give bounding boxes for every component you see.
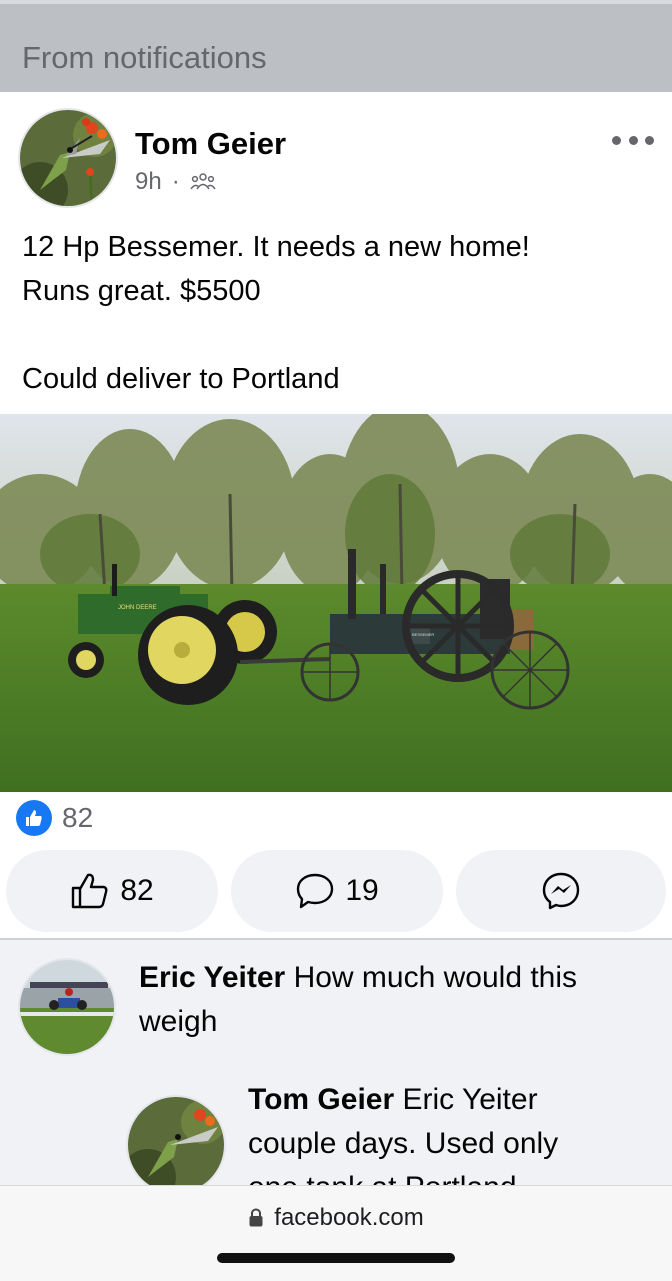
post-header: Tom Geier 9h · <box>0 92 672 222</box>
comment-author[interactable]: Eric Yeiter <box>139 961 285 994</box>
comment-count: 19 <box>345 874 379 907</box>
post-photo[interactable]: JOHN DEERE BESSEMER <box>0 414 672 792</box>
post-line: Could deliver to Portland <box>22 363 340 395</box>
reaction-count: 82 <box>62 802 94 833</box>
notification-banner-label: From notifications <box>22 40 267 75</box>
meta-separator: · <box>171 168 180 195</box>
post-author-name[interactable]: Tom Geier <box>135 126 286 162</box>
notification-banner[interactable]: From notifications <box>0 0 672 92</box>
messenger-icon <box>542 872 580 910</box>
post-body: 12 Hp Bessemer. It needs a new home! Run… <box>22 225 652 401</box>
post-line <box>22 313 652 357</box>
reply-author[interactable]: Tom Geier <box>248 1083 394 1116</box>
post-meta: 9h · <box>135 168 216 196</box>
hummingbird-photo <box>20 110 116 206</box>
browser-address-bar[interactable]: facebook.com <box>0 1185 672 1281</box>
post-actions: 82 19 <box>0 850 672 932</box>
hummingbird-photo <box>128 1097 224 1185</box>
friends-icon <box>190 173 216 190</box>
reply-text: couple days. Used only <box>248 1127 559 1160</box>
commenter-avatar[interactable] <box>18 958 116 1056</box>
reply-text: one tank at Portland <box>248 1171 517 1185</box>
send-messenger-button[interactable] <box>456 850 666 932</box>
more-options-icon[interactable] <box>612 128 654 152</box>
lock-icon <box>249 1208 263 1227</box>
post-line: Runs great. $5500 <box>22 275 261 307</box>
reply-mention[interactable]: Eric Yeiter <box>394 1083 537 1116</box>
post-timestamp[interactable]: 9h <box>135 168 162 196</box>
tractor-brand: JOHN DEERE <box>118 605 157 611</box>
like-button[interactable]: 82 <box>6 850 218 932</box>
url-text: facebook.com <box>274 1204 424 1231</box>
comment-text: How much would this <box>285 961 578 994</box>
comment-bubble-icon <box>297 873 334 909</box>
reply: Tom Geier Eric Yeiter couple days. Used … <box>248 1078 668 1185</box>
comment-text: weigh <box>139 1005 218 1038</box>
tractor-engine-photo: JOHN DEERE BESSEMER <box>0 414 672 792</box>
thumbs-up-icon <box>72 873 108 909</box>
comments-section: Eric Yeiter How much would this weigh To… <box>0 940 672 1185</box>
address-display[interactable]: facebook.com <box>0 1204 672 1232</box>
engine-brand: BESSEMER <box>412 632 434 637</box>
reaction-summary[interactable]: 82 <box>16 800 93 836</box>
like-count: 82 <box>120 874 154 907</box>
author-avatar[interactable] <box>18 108 118 208</box>
like-reaction-icon <box>16 800 52 836</box>
home-indicator[interactable] <box>217 1253 455 1263</box>
post-line: 12 Hp Bessemer. It needs a new home! <box>22 231 530 263</box>
lawn-tractor-photo <box>20 960 114 1054</box>
reply-avatar[interactable] <box>126 1095 226 1185</box>
comment-button[interactable]: 19 <box>231 850 443 932</box>
comment: Eric Yeiter How much would this weigh <box>139 956 659 1044</box>
